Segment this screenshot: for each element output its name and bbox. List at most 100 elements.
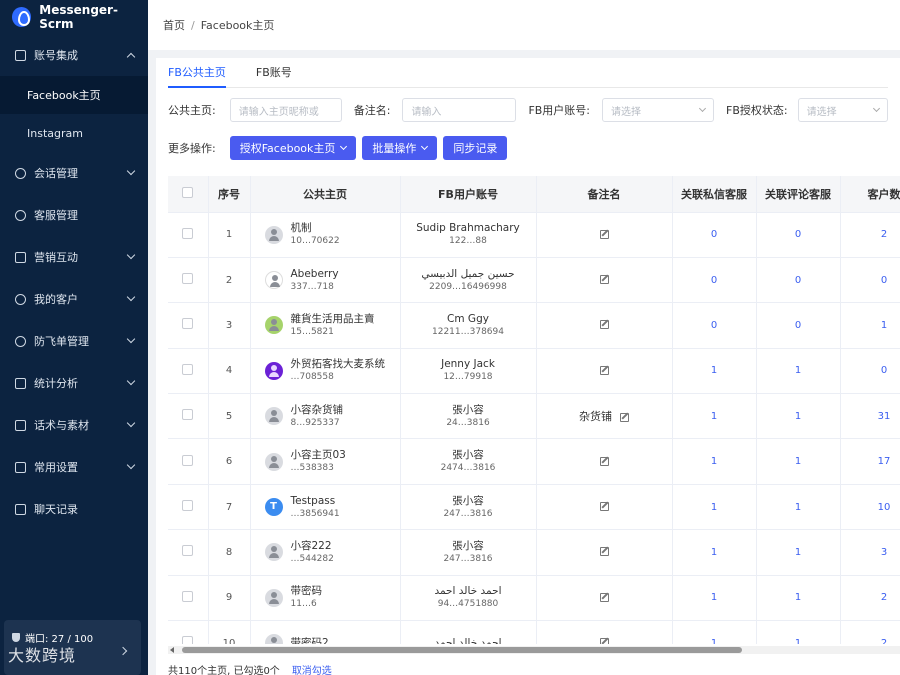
sync-records-button[interactable]: 同步记录 (443, 136, 508, 160)
row-select-cell[interactable] (168, 393, 209, 440)
customers-link[interactable]: 2 (881, 638, 887, 644)
comment-agents-cell[interactable]: 0 (756, 302, 841, 349)
comment-agents-cell[interactable]: 1 (756, 620, 841, 644)
edit-icon[interactable] (599, 275, 609, 285)
account-select[interactable]: 请选择 (602, 98, 715, 122)
comment-agents-cell[interactable]: 1 (756, 529, 841, 576)
pm-agents-cell[interactable]: 1 (672, 529, 757, 576)
brand[interactable]: Messenger-Scrm (0, 0, 148, 34)
customers-cell[interactable]: 2 (840, 620, 900, 644)
edit-icon[interactable] (599, 365, 609, 375)
pm-agents-cell[interactable]: 1 (672, 620, 757, 644)
pm-agents-cell[interactable]: 0 (672, 257, 757, 304)
comment-agents-link[interactable]: 1 (795, 547, 801, 558)
customers-link[interactable]: 0 (881, 365, 887, 376)
sidebar-subitem-facebook-page[interactable]: Facebook主页 (0, 76, 148, 114)
edit-icon[interactable] (620, 412, 629, 422)
row-checkbox[interactable] (182, 545, 194, 557)
tab-fb-public-page[interactable]: FB公共主页 (168, 58, 226, 88)
row-select-cell[interactable] (168, 529, 209, 576)
row-select-cell[interactable] (168, 302, 209, 349)
comment-agents-link[interactable]: 1 (795, 638, 801, 644)
comment-agents-cell[interactable]: 1 (756, 575, 841, 622)
row-checkbox[interactable] (182, 273, 194, 285)
pm-agents-cell[interactable]: 1 (672, 484, 757, 531)
row-checkbox[interactable] (182, 363, 194, 375)
row-select-cell[interactable] (168, 575, 209, 622)
row-select-cell[interactable] (168, 438, 209, 485)
row-select-cell[interactable] (168, 348, 209, 395)
sidebar-item-chat-history[interactable]: 聊天记录 (0, 488, 148, 530)
pm-agents-link[interactable]: 1 (711, 547, 717, 558)
row-checkbox[interactable] (182, 454, 194, 466)
sidebar-item-settings[interactable]: 常用设置 (0, 446, 148, 488)
row-select-cell[interactable] (168, 212, 209, 258)
pm-agents-link[interactable]: 1 (711, 456, 717, 467)
edit-icon[interactable] (599, 547, 609, 557)
customers-cell[interactable]: 2 (840, 575, 900, 622)
customers-cell[interactable]: 1 (840, 302, 900, 349)
sidebar-item-agents[interactable]: 客服管理 (0, 194, 148, 236)
sidebar-item-anti-fly[interactable]: 防飞单管理 (0, 320, 148, 362)
tab-fb-account[interactable]: FB账号 (256, 58, 292, 88)
customers-link[interactable]: 17 (878, 456, 891, 467)
sidebar-item-analytics[interactable]: 统计分析 (0, 362, 148, 404)
row-select-cell[interactable] (168, 620, 209, 644)
pm-agents-link[interactable]: 0 (711, 320, 717, 331)
sidebar-subitem-instagram[interactable]: Instagram (0, 114, 148, 152)
sidebar-item-scripts[interactable]: 话术与素材 (0, 404, 148, 446)
comment-agents-link[interactable]: 1 (795, 456, 801, 467)
customers-link[interactable]: 1 (881, 320, 887, 331)
sidebar-item-account-integration[interactable]: 账号集成 (0, 34, 148, 76)
clear-selection-link[interactable]: 取消勾选 (292, 662, 332, 675)
pm-agents-cell[interactable]: 1 (672, 348, 757, 395)
comment-agents-cell[interactable]: 0 (756, 257, 841, 304)
scroll-left-icon[interactable] (170, 647, 174, 653)
row-checkbox[interactable] (182, 318, 194, 330)
pm-agents-link[interactable]: 1 (711, 592, 717, 603)
pm-agents-cell[interactable]: 0 (672, 302, 757, 349)
customers-link[interactable]: 10 (878, 502, 891, 513)
pm-agents-link[interactable]: 1 (711, 411, 717, 422)
page-search-input[interactable]: 请输入主页昵称或 (229, 98, 342, 122)
pm-agents-link[interactable]: 0 (711, 229, 717, 240)
comment-agents-cell[interactable]: 1 (756, 484, 841, 531)
select-all-checkbox[interactable] (182, 186, 194, 198)
comment-agents-link[interactable]: 1 (795, 411, 801, 422)
edit-icon[interactable] (599, 592, 609, 602)
customers-cell[interactable]: 10 (840, 484, 900, 531)
pm-agents-link[interactable]: 1 (711, 502, 717, 513)
edit-icon[interactable] (599, 638, 609, 644)
pm-agents-link[interactable]: 1 (711, 638, 717, 644)
customers-cell[interactable]: 31 (840, 393, 900, 440)
row-select-cell[interactable] (168, 257, 209, 304)
customers-link[interactable]: 3 (881, 547, 887, 558)
customers-link[interactable]: 2 (881, 592, 887, 603)
comment-agents-cell[interactable]: 1 (756, 348, 841, 395)
comment-agents-link[interactable]: 0 (795, 275, 801, 286)
edit-icon[interactable] (599, 320, 609, 330)
sidebar-item-marketing[interactable]: 营销互动 (0, 236, 148, 278)
comment-agents-cell[interactable]: 0 (756, 212, 841, 258)
row-checkbox[interactable] (182, 500, 194, 512)
row-checkbox[interactable] (182, 636, 194, 644)
batch-actions-button[interactable]: 批量操作 (362, 136, 438, 160)
pm-agents-link[interactable]: 0 (711, 275, 717, 286)
edit-icon[interactable] (599, 502, 609, 512)
comment-agents-link[interactable]: 1 (795, 502, 801, 513)
scroll-thumb[interactable] (182, 647, 742, 653)
customers-link[interactable]: 0 (881, 275, 887, 286)
customers-link[interactable]: 31 (878, 411, 891, 422)
comment-agents-link[interactable]: 0 (795, 320, 801, 331)
comment-agents-link[interactable]: 0 (795, 229, 801, 240)
customers-cell[interactable]: 0 (840, 348, 900, 395)
comment-agents-link[interactable]: 1 (795, 592, 801, 603)
customers-link[interactable]: 2 (881, 229, 887, 240)
row-select-cell[interactable] (168, 484, 209, 531)
authorize-facebook-page-button[interactable]: 授权Facebook主页 (229, 136, 357, 160)
auth-status-select[interactable]: 请选择 (797, 98, 888, 122)
pm-agents-cell[interactable]: 1 (672, 575, 757, 622)
pm-agents-cell[interactable]: 1 (672, 438, 757, 485)
sidebar-item-conversations[interactable]: 会话管理 (0, 152, 148, 194)
select-all-header[interactable] (168, 176, 209, 213)
